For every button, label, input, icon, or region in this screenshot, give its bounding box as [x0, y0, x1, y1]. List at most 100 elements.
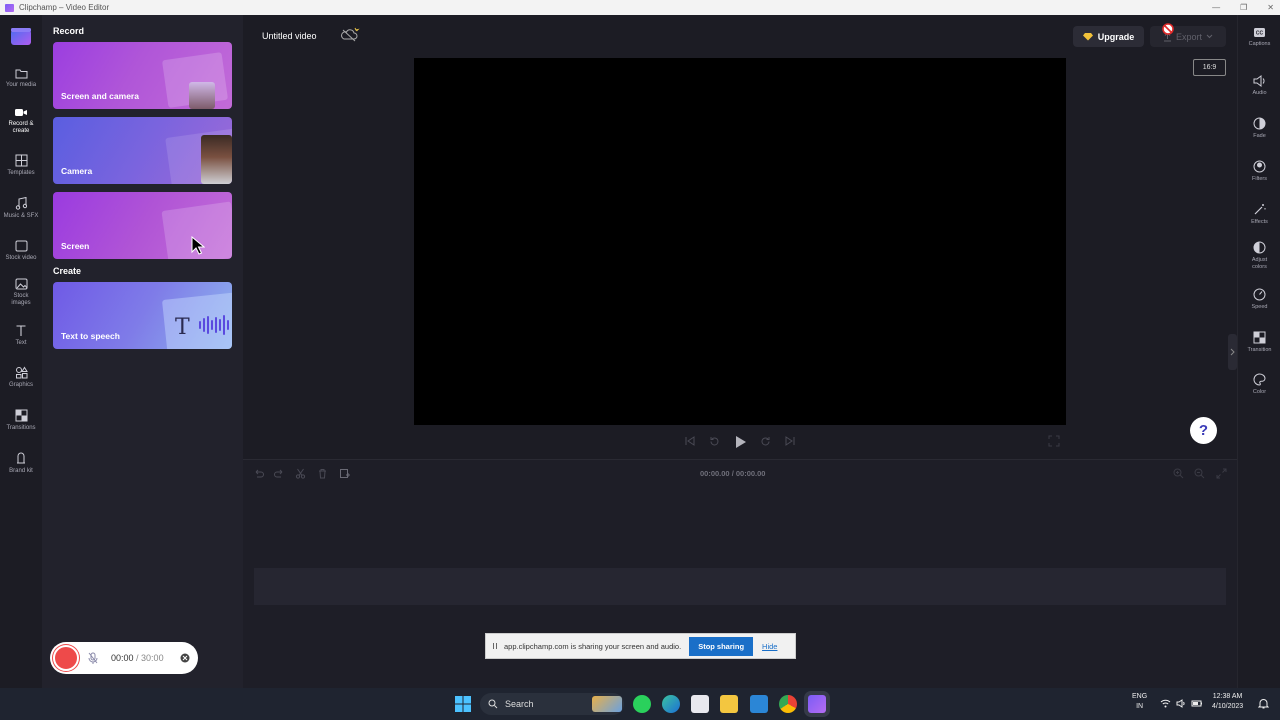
record-button[interactable]: [53, 645, 79, 671]
screen-card[interactable]: Screen: [53, 192, 232, 259]
rb-filters[interactable]: Filters: [1238, 160, 1280, 183]
volume-icon[interactable]: [1176, 699, 1186, 708]
file-explorer-icon[interactable]: [720, 695, 738, 713]
skip-back-icon[interactable]: [684, 435, 696, 447]
speedometer-icon: [1253, 288, 1266, 301]
rb-effects[interactable]: Effects: [1238, 203, 1280, 226]
nav-transitions[interactable]: Transitions: [0, 409, 42, 432]
rewind-5s-icon[interactable]: [708, 435, 721, 448]
filters-icon: [1253, 160, 1266, 173]
speaker-icon: [1253, 75, 1265, 87]
folder-icon: [15, 69, 27, 79]
create-section-title: Create: [53, 266, 82, 276]
collapse-right-panel-handle[interactable]: [1228, 334, 1237, 370]
rb-label: Audio: [1252, 90, 1267, 96]
close-recorder-icon[interactable]: [180, 653, 190, 663]
rb-label: Filters: [1252, 176, 1267, 182]
fade-icon: [1253, 117, 1266, 130]
nav-graphics[interactable]: Graphics: [0, 366, 42, 389]
nav-your-media[interactable]: Your media: [0, 68, 42, 89]
rb-transition[interactable]: Transition: [1238, 331, 1280, 354]
captions-icon: CC: [1254, 28, 1265, 37]
fit-timeline-icon[interactable]: [1216, 468, 1227, 479]
rb-adjust-colors[interactable]: Adjust colors: [1238, 241, 1280, 270]
nav-record-create[interactable]: Record & create: [0, 107, 42, 135]
timeline-track[interactable]: [254, 568, 1226, 605]
nav-templates[interactable]: Templates: [0, 154, 42, 177]
rb-audio[interactable]: Audio: [1238, 75, 1280, 97]
nav-text[interactable]: Text: [0, 324, 42, 347]
rb-label: Speed: [1251, 304, 1268, 310]
clock-time: 12:38 AM: [1212, 693, 1243, 700]
aspect-ratio-button[interactable]: 16:9: [1193, 59, 1226, 76]
windows-taskbar: Search ENG IN 12:38 AM 4/10/2023: [0, 688, 1280, 720]
rb-captions[interactable]: CC Captions: [1238, 27, 1280, 48]
undo-icon[interactable]: [253, 468, 264, 479]
recording-limit: 30:00: [141, 653, 164, 663]
camera-card[interactable]: Camera: [53, 117, 232, 184]
whatsapp-icon[interactable]: [633, 695, 651, 713]
help-button[interactable]: ?: [1190, 417, 1217, 444]
cloud-sync-off-icon[interactable]: [340, 27, 360, 43]
stop-sharing-button[interactable]: Stop sharing: [689, 636, 754, 656]
minimize-icon[interactable]: —: [1212, 3, 1220, 12]
clipchamp-taskbar-icon[interactable]: [808, 695, 826, 713]
taskbar-search[interactable]: Search: [480, 693, 624, 715]
rb-label: Fade: [1253, 133, 1266, 139]
scissors-icon[interactable]: [295, 468, 306, 479]
windows-start-icon[interactable]: [455, 696, 471, 712]
battery-icon[interactable]: [1191, 699, 1203, 708]
rb-fade[interactable]: Fade: [1238, 117, 1280, 140]
screen-and-camera-card[interactable]: Screen and camera: [53, 42, 232, 109]
fullscreen-icon[interactable]: [1048, 435, 1060, 447]
microsoft-store-icon[interactable]: [691, 695, 709, 713]
nav-music-sfx[interactable]: Music & SFX: [0, 197, 42, 220]
text-glyph-icon: T: [175, 315, 190, 340]
text-to-speech-card[interactable]: T Text to speech: [53, 282, 232, 349]
rb-label: Captions: [1248, 41, 1271, 47]
language-indicator[interactable]: ENG IN: [1132, 692, 1147, 712]
clock-date: 4/10/2023: [1212, 703, 1244, 710]
nav-label: Record & create: [8, 121, 34, 134]
mic-muted-icon[interactable]: [88, 652, 98, 664]
brand-icon: [17, 452, 25, 464]
redo-icon[interactable]: [274, 468, 285, 479]
film-icon: [15, 240, 27, 252]
rb-label: Adjust colors: [1251, 257, 1268, 270]
video-preview[interactable]: [414, 58, 1066, 425]
presenter-thumbnail: [189, 82, 215, 109]
upgrade-button[interactable]: Upgrade: [1073, 26, 1144, 47]
chrome-icon[interactable]: [779, 695, 797, 713]
skip-forward-icon[interactable]: [784, 435, 796, 447]
nav-label: Stock images: [11, 293, 31, 306]
hide-link[interactable]: Hide: [762, 642, 777, 651]
zoom-out-icon[interactable]: [1194, 468, 1205, 479]
rb-speed[interactable]: Speed: [1238, 288, 1280, 311]
record-section-title: Record: [53, 26, 85, 36]
record-create-panel: [42, 15, 243, 688]
diamond-icon: [1082, 33, 1093, 41]
left-navigation: Your media Record & create Templates Mus…: [0, 15, 42, 688]
zoom-in-icon[interactable]: [1173, 468, 1184, 479]
forward-5s-icon[interactable]: [759, 435, 772, 448]
lang-top: ENG: [1132, 693, 1148, 700]
maximize-icon[interactable]: ❐: [1240, 3, 1247, 12]
vscode-icon[interactable]: [750, 695, 768, 713]
play-icon[interactable]: [734, 435, 747, 449]
duplicate-icon[interactable]: [339, 468, 351, 480]
close-icon[interactable]: ✕: [1267, 3, 1274, 12]
system-clock[interactable]: 12:38 AM 4/10/2023: [1212, 692, 1243, 712]
drag-handle-icon[interactable]: [492, 642, 498, 650]
time-current: 00:00.00: [700, 469, 730, 478]
wifi-icon[interactable]: [1160, 699, 1171, 708]
nav-brand-kit[interactable]: Brand kit: [0, 452, 42, 475]
project-title[interactable]: Untitled video: [262, 31, 317, 41]
rb-color[interactable]: Color: [1238, 373, 1280, 396]
trash-icon[interactable]: [317, 468, 328, 479]
card-label: Text to speech: [61, 331, 120, 341]
edge-browser-icon[interactable]: [662, 695, 680, 713]
notification-bell-icon[interactable]: [1258, 698, 1269, 709]
nav-stock-images[interactable]: Stock images: [0, 278, 42, 307]
time-total: 00:00.00: [735, 469, 766, 478]
nav-stock-video[interactable]: Stock video: [0, 240, 42, 262]
